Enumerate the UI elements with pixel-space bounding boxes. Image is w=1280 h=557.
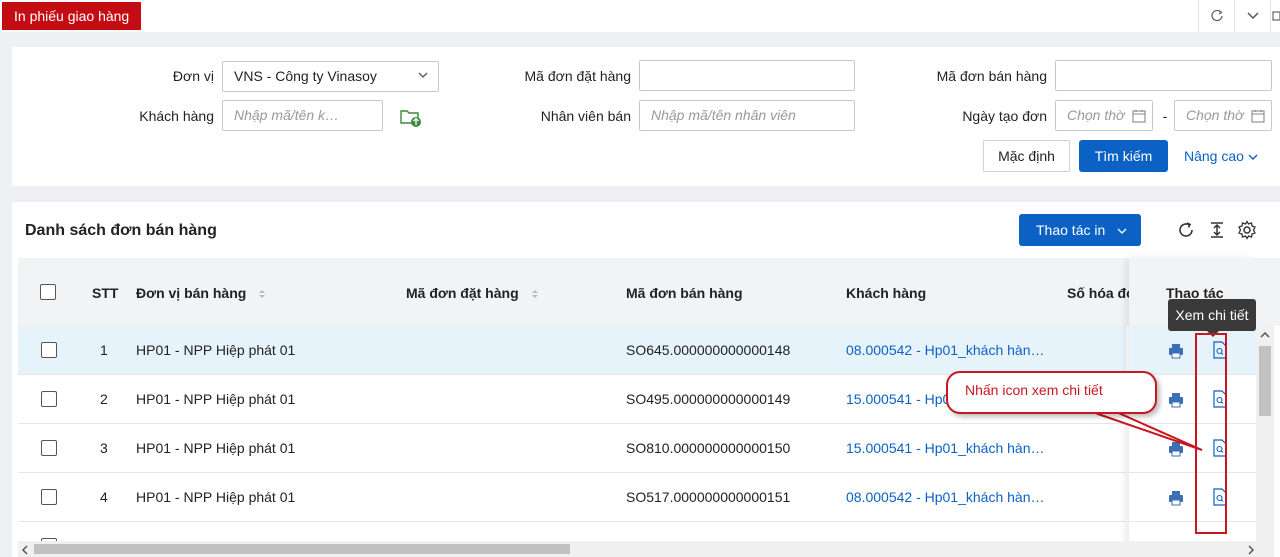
print-icon[interactable]	[1168, 441, 1184, 457]
vertical-scroll-thumb[interactable]	[1259, 346, 1271, 416]
row-actions	[1129, 473, 1256, 522]
col-so-hoa-don: Số hóa đơ	[1067, 285, 1137, 301]
search-button[interactable]: Tìm kiếm	[1079, 140, 1168, 172]
highlight-box	[1195, 333, 1227, 534]
row-don-vi: HP01 - NPP Hiệp phát 01	[136, 342, 296, 358]
vertical-scrollbar[interactable]	[1256, 326, 1274, 557]
horizontal-scroll-thumb[interactable]	[34, 544, 570, 554]
nhan-vien-input[interactable]: Nhập mã/tên nhân viên	[639, 100, 855, 131]
table-row[interactable]: 4 HP01 - NPP Hiệp phát 01 SO517.00000000…	[18, 473, 1126, 522]
row-ma-ban: SO810.000000000000150	[626, 440, 791, 456]
col-don-vi[interactable]: Đơn vị bán hàng	[136, 285, 266, 301]
scroll-right-icon[interactable]	[1247, 545, 1255, 555]
print-icon[interactable]	[1168, 490, 1184, 506]
view-detail-tooltip: Xem chi tiết	[1168, 299, 1256, 331]
column-height-icon[interactable]	[1207, 220, 1227, 240]
row-don-vi: HP01 - NPP Hiệp phát 01	[136, 391, 296, 407]
annotation-callout: Nhấn icon xem chi tiết	[946, 371, 1157, 414]
row-checkbox[interactable]	[41, 391, 57, 407]
advanced-link-label: Nâng cao	[1184, 148, 1244, 164]
khach-hang-label: Khách hàng	[139, 108, 214, 124]
chevron-down-icon[interactable]	[1234, 0, 1270, 32]
print-icon[interactable]	[1168, 343, 1184, 359]
nhan-vien-label: Nhân viên bán	[540, 108, 631, 124]
don-vi-label: Đơn vị	[172, 68, 214, 84]
print-actions-button[interactable]: Thao tác in	[1019, 214, 1141, 246]
ngay-tao-label: Ngày tạo đơn	[962, 108, 1047, 124]
row-don-vi: HP01 - NPP Hiệp phát 01	[136, 489, 296, 505]
khach-hang-placeholder: Nhập mã/tên k…	[234, 107, 340, 123]
date-to-input[interactable]: Chọn thờ	[1174, 100, 1272, 131]
nhan-vien-placeholder: Nhập mã/tên nhân viên	[651, 107, 796, 123]
col-don-vi-label: Đơn vị bán hàng	[136, 285, 247, 301]
calendar-icon	[1132, 110, 1146, 123]
filter-panel: Đơn vị VNS - Công ty Vinasoy Mã đơn đặt …	[12, 47, 1280, 186]
top-bar: In phiếu giao hàng	[0, 0, 1280, 32]
list-title: Danh sách đơn bán hàng	[25, 222, 217, 239]
print-icon[interactable]	[1168, 392, 1184, 408]
date-to-placeholder: Chọn thờ	[1186, 107, 1244, 123]
ma-don-ban-label: Mã đơn bán hàng	[936, 68, 1047, 84]
chevron-down-icon	[418, 72, 428, 78]
row-stt: 3	[100, 440, 108, 456]
row-ma-ban: SO495.000000000000149	[626, 391, 791, 407]
horizontal-scrollbar[interactable]	[18, 541, 1258, 557]
row-don-vi: HP01 - NPP Hiệp phát 01	[136, 440, 296, 456]
row-checkbox[interactable]	[41, 440, 57, 456]
fullscreen-icon[interactable]	[1270, 0, 1280, 32]
chevron-down-icon	[1248, 154, 1258, 160]
date-from-placeholder: Chọn thờ	[1067, 107, 1125, 123]
date-separator: -	[1162, 108, 1168, 124]
refresh-icon[interactable]	[1198, 0, 1234, 32]
table-row[interactable]: 3 HP01 - NPP Hiệp phát 01 SO810.00000000…	[18, 424, 1126, 473]
table-row[interactable]: 1 HP01 - NPP Hiệp phát 01 SO645.00000000…	[18, 326, 1126, 375]
scroll-up-icon[interactable]	[1260, 331, 1270, 339]
scroll-left-icon[interactable]	[21, 545, 29, 555]
row-actions	[1129, 424, 1256, 473]
row-stt: 4	[100, 489, 108, 505]
row-checkbox[interactable]	[41, 342, 57, 358]
row-stt: 1	[100, 342, 108, 358]
ma-don-dat-label: Mã đơn đặt hàng	[524, 68, 631, 84]
top-toolbar	[1198, 0, 1280, 32]
don-vi-value: VNS - Công ty Vinasoy	[234, 68, 377, 84]
sort-icon	[259, 290, 266, 299]
row-khach-hang-link[interactable]: 15.000541 - Hp01_khách hàn…	[846, 440, 1044, 456]
calendar-icon	[1251, 110, 1265, 123]
row-ma-ban: SO645.000000000000148	[626, 342, 791, 358]
row-actions	[1129, 326, 1256, 375]
khach-hang-input[interactable]: Nhập mã/tên k…	[222, 100, 383, 131]
advanced-link[interactable]: Nâng cao	[1184, 148, 1258, 164]
row-ma-ban: SO517.000000000000151	[626, 489, 791, 505]
row-khach-hang-link[interactable]: 08.000542 - Hp01_khách hàn…	[846, 489, 1044, 505]
settings-icon[interactable]	[1237, 220, 1257, 240]
page-tab[interactable]: In phiếu giao hàng	[2, 2, 142, 30]
row-khach-hang-link[interactable]: 08.000542 - Hp01_khách hàn…	[846, 342, 1044, 358]
ma-don-ban-input[interactable]	[1055, 60, 1272, 91]
select-all-checkbox[interactable]	[40, 284, 56, 300]
col-ma-dat[interactable]: Mã đơn đặt hàng	[406, 285, 539, 301]
sort-icon	[531, 290, 538, 299]
don-vi-select[interactable]: VNS - Công ty Vinasoy	[222, 61, 439, 92]
table-header: STT Đơn vị bán hàng Mã đơn đặt hàng Mã đ…	[18, 258, 1280, 326]
col-khach-hang: Khách hàng	[846, 285, 927, 301]
default-button[interactable]: Mặc định	[983, 140, 1070, 172]
folder-upload-icon[interactable]	[400, 106, 422, 128]
col-ma-ban: Mã đơn bán hàng	[626, 285, 743, 301]
row-stt: 2	[100, 391, 108, 407]
row-khach-hang-link[interactable]: 15.000541 - Hp0	[846, 391, 950, 407]
row-checkbox[interactable]	[41, 489, 57, 505]
col-ma-dat-label: Mã đơn đặt hàng	[406, 285, 519, 301]
chevron-down-icon	[1117, 228, 1127, 234]
reload-icon[interactable]	[1176, 220, 1196, 240]
date-from-input[interactable]: Chọn thờ	[1055, 100, 1153, 131]
col-stt: STT	[92, 285, 119, 301]
print-actions-label: Thao tác in	[1036, 222, 1106, 238]
ma-don-dat-input[interactable]	[639, 60, 855, 91]
